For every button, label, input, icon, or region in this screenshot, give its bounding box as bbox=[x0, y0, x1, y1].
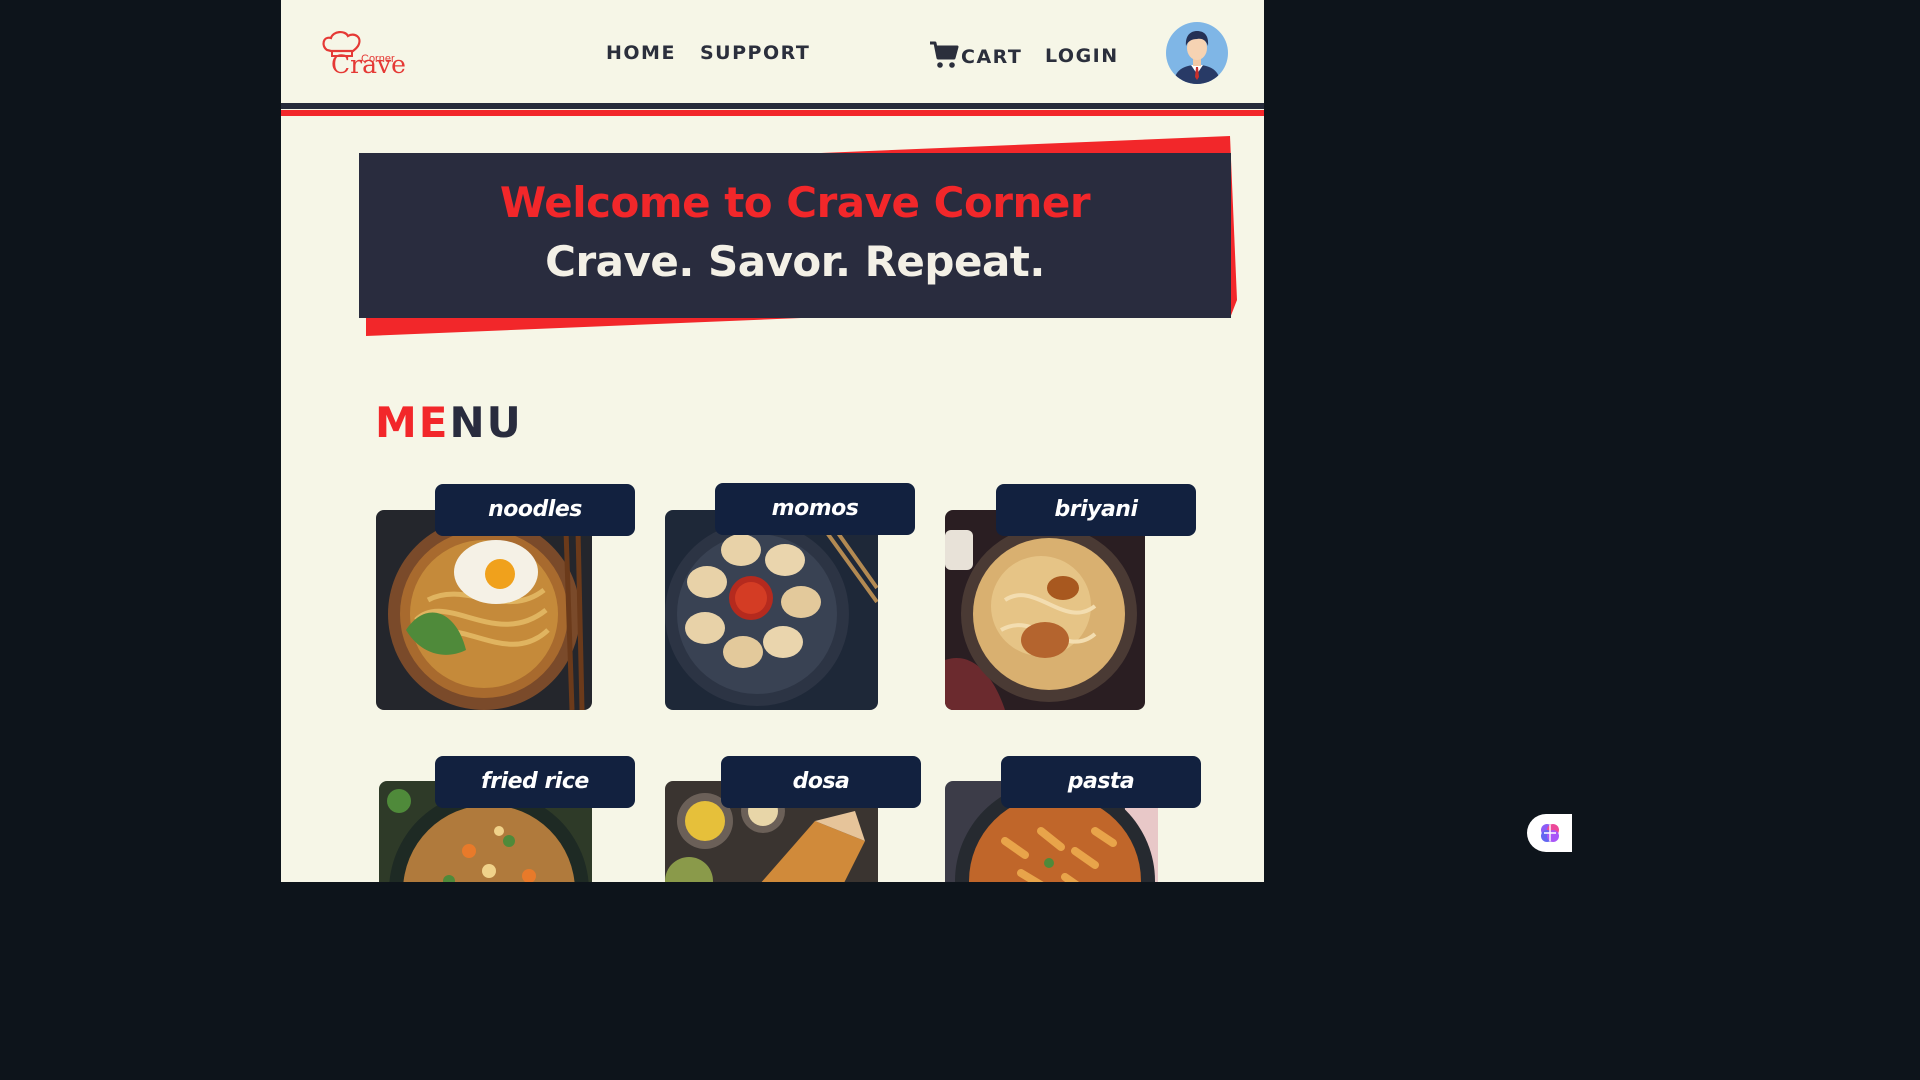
briyani-image bbox=[945, 510, 1145, 710]
menu-card-label: briyani bbox=[996, 484, 1196, 536]
hero-tagline: Crave. Savor. Repeat. bbox=[545, 237, 1045, 286]
noodles-image bbox=[376, 510, 592, 710]
menu-card-label: dosa bbox=[721, 756, 921, 808]
hero-title: Welcome to Crave Corner bbox=[499, 178, 1091, 227]
page: Corner Crave HOME SUPPORT LOGIN CART Wel… bbox=[281, 0, 1264, 882]
menu-card-label: momos bbox=[715, 483, 915, 535]
menu-heading: MENU bbox=[375, 398, 523, 447]
menu-heading-accent: ME bbox=[375, 398, 450, 447]
hero-banner: Welcome to Crave Corner Crave. Savor. Re… bbox=[359, 153, 1231, 318]
brain-icon bbox=[1540, 824, 1559, 842]
menu-heading-rest: NU bbox=[449, 398, 523, 447]
menu-card-label: noodles bbox=[435, 484, 635, 536]
momos-image bbox=[665, 510, 878, 710]
menu-card-label: pasta bbox=[1001, 756, 1201, 808]
assistant-launcher[interactable] bbox=[1527, 814, 1572, 852]
menu-card-label: fried rice bbox=[435, 756, 635, 808]
